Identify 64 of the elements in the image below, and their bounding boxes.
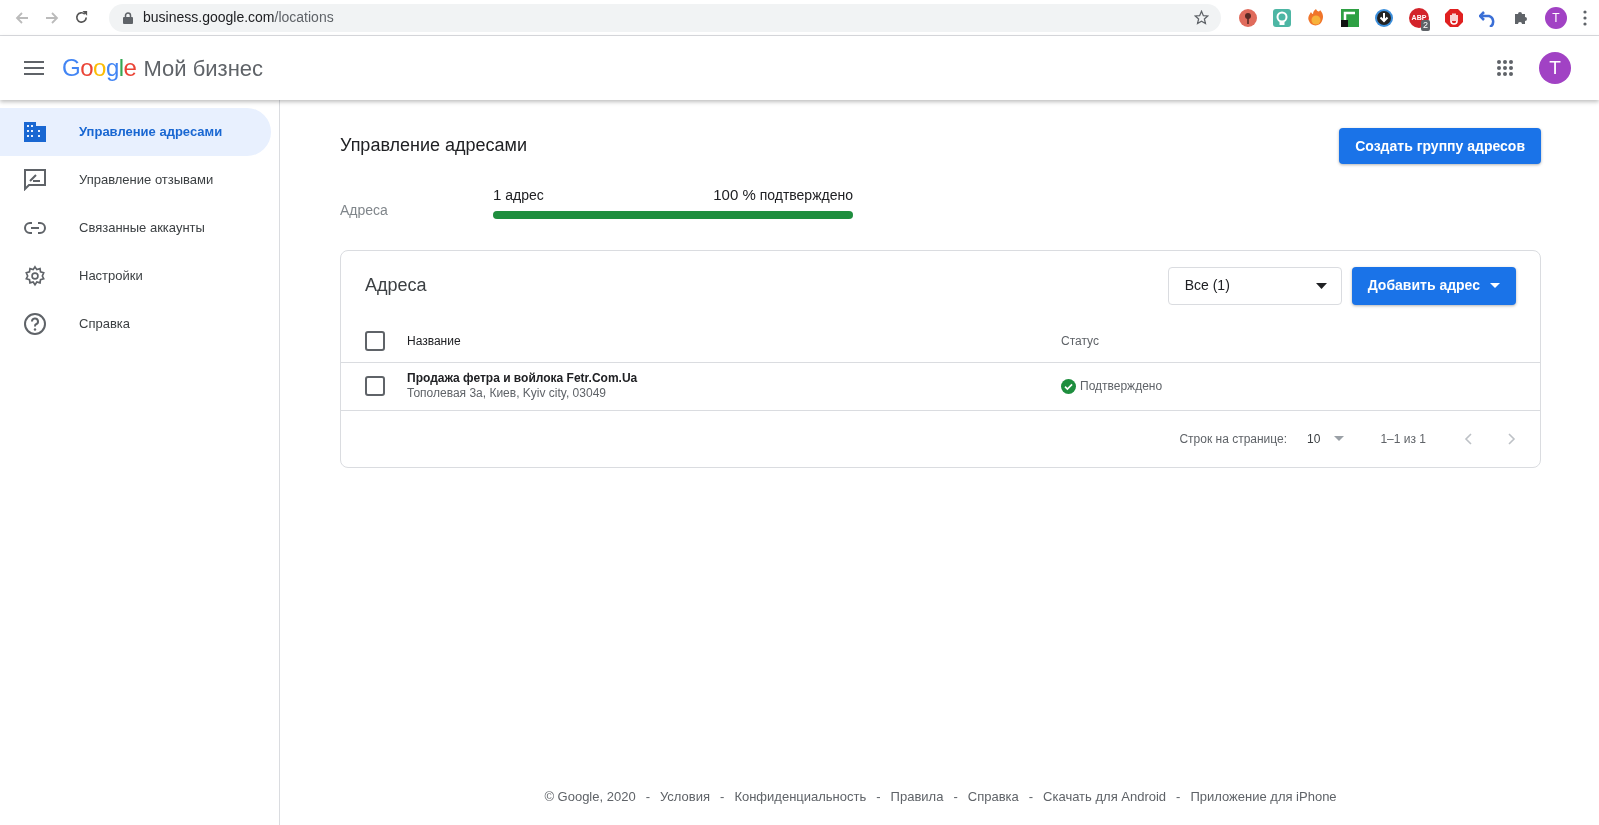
sidebar-item[interactable]: Связанные аккаунты [0, 204, 271, 252]
location-address: Тополевая 3а, Киев, Kyiv city, 03049 [407, 386, 607, 401]
copyright-text: © Google, 2020 [544, 788, 636, 807]
bookmark-star-icon[interactable] [1194, 10, 1209, 25]
footer-link[interactable]: Справка [967, 787, 1019, 807]
footer-link[interactable]: Условия [660, 787, 711, 807]
column-header: Статус [1061, 333, 1099, 350]
url-text: business.google.com/locations [143, 8, 334, 27]
filter-dropdown[interactable]: Все (1) [1167, 266, 1342, 305]
square-arrow-extension-icon[interactable] [1341, 8, 1359, 27]
separator-dash: - [953, 788, 958, 807]
pin-extension-icon[interactable] [1239, 8, 1257, 27]
create-group-button[interactable]: Создать группу адресов [1339, 128, 1541, 164]
sidebar-item[interactable]: Справка [0, 300, 271, 348]
apps-icon[interactable] [1496, 59, 1514, 77]
sidebar-item[interactable]: Настройки [0, 252, 271, 300]
link-icon [24, 222, 46, 234]
download-extension-icon[interactable] [1375, 8, 1393, 27]
menu-icon[interactable] [24, 61, 44, 75]
page-range: 1–1 из 1 [1380, 430, 1426, 448]
sidebar-item[interactable]: Управление адресами [0, 108, 271, 156]
footer-link[interactable]: Приложение для iPhone [1190, 787, 1337, 807]
verified-percent: 100 % подтверждено [713, 185, 853, 205]
more-icon[interactable] [1583, 9, 1587, 26]
help-icon [24, 313, 46, 335]
review-icon [24, 169, 46, 191]
column-header: Название [407, 333, 462, 350]
card-title: Адреса [365, 274, 427, 297]
rows-per-page-label: Строк на странице: [1179, 430, 1288, 448]
separator-dash: - [720, 788, 725, 807]
sidebar-item[interactable]: Управление отзывами [0, 156, 271, 204]
footer-link[interactable]: Скачать для Android [1043, 787, 1167, 807]
profile-avatar[interactable]: T [1545, 6, 1567, 29]
separator-dash: - [1176, 788, 1181, 807]
address-bar[interactable]: business.google.com/locations [109, 3, 1221, 32]
rows-per-page-select[interactable]: 10 [1307, 429, 1345, 448]
building-icon [24, 122, 46, 142]
fire-extension-icon[interactable] [1307, 8, 1325, 27]
address-count: 1 адрес [493, 185, 544, 205]
reload-icon[interactable] [74, 10, 89, 25]
separator-dash: - [645, 788, 650, 807]
separator-dash: - [876, 788, 881, 807]
checkbox[interactable] [365, 376, 385, 396]
summary-label: Адреса [340, 200, 389, 220]
lock-icon [123, 11, 133, 24]
google-logo: Google [62, 53, 137, 83]
undo-extension-icon[interactable] [1479, 8, 1497, 27]
hand-extension-icon[interactable] [1445, 8, 1463, 27]
dropdown-caret-icon [1315, 282, 1327, 289]
dropdown-caret-icon [1334, 436, 1345, 441]
status-text: Подтверждено [1080, 378, 1163, 395]
add-address-button[interactable]: Добавить адрес [1351, 266, 1516, 305]
page-title: Управление адресами [340, 134, 528, 157]
extension-badge: 2 [1421, 19, 1430, 31]
settings-icon [24, 265, 46, 287]
checkbox[interactable] [365, 331, 385, 351]
account-avatar[interactable]: T [1539, 52, 1571, 84]
separator-dash: - [1028, 788, 1034, 807]
footer-link[interactable]: Правила [890, 787, 944, 807]
caret-icon [1490, 283, 1500, 288]
extensions-puzzle-icon[interactable] [1513, 9, 1529, 26]
footer-link[interactable]: Конфиденциальность [734, 787, 867, 807]
product-name: Мой бизнес [143, 54, 264, 83]
location-name[interactable]: Продажа фетра и войлока Fetr.Com.Ua [407, 371, 1061, 386]
